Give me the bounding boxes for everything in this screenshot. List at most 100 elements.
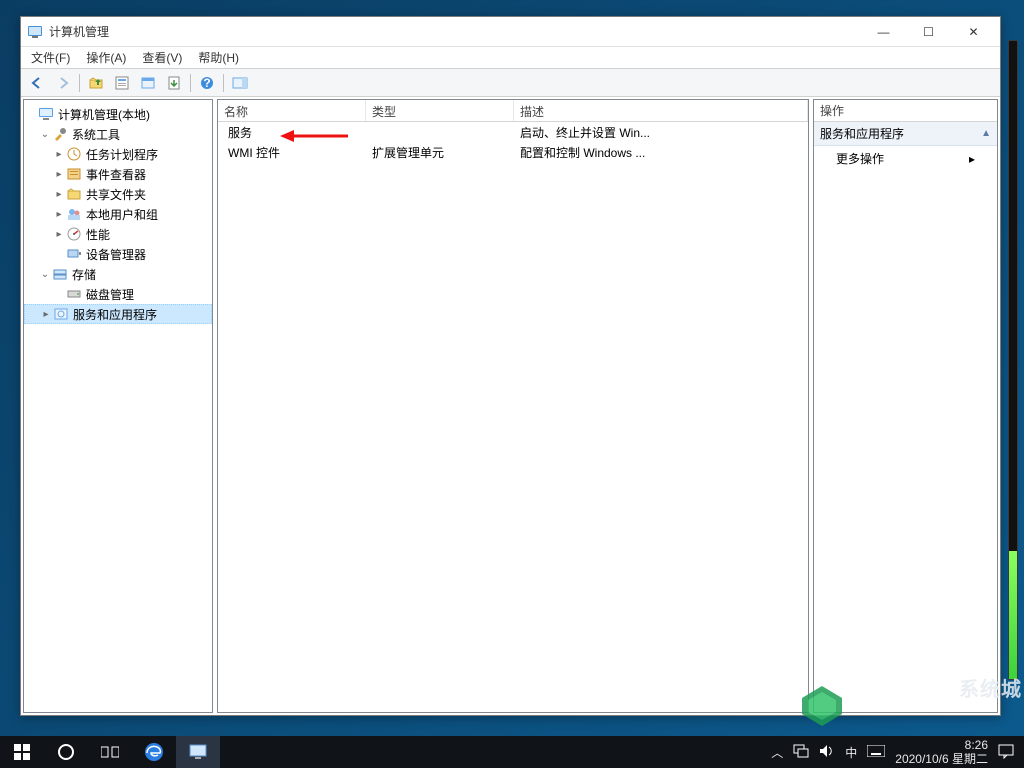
tree-root-label: 计算机管理(本地)	[58, 106, 150, 123]
tree-local-users[interactable]: ▸ 本地用户和组	[24, 204, 212, 224]
clock-date: 2020/10/6 星期二	[895, 752, 988, 766]
chevron-right-icon[interactable]: ▸	[52, 189, 66, 200]
toolbar-refresh-button[interactable]	[136, 72, 160, 94]
toolbar-separator	[223, 74, 224, 92]
event-icon	[66, 166, 82, 182]
tree-shared-folders[interactable]: ▸ 共享文件夹	[24, 184, 212, 204]
tree-label: 性能	[86, 226, 110, 243]
toolbar-up-button[interactable]	[84, 72, 108, 94]
menu-view[interactable]: 查看(V)	[134, 47, 190, 68]
tree-label: 设备管理器	[86, 246, 146, 263]
chevron-right-icon[interactable]: ▸	[52, 209, 66, 220]
audio-meter-gadget	[1008, 40, 1018, 680]
task-view-button[interactable]	[88, 736, 132, 768]
toolbar-back-button[interactable]	[25, 72, 49, 94]
keyboard-icon[interactable]	[867, 745, 885, 760]
maximize-button[interactable]: ☐	[906, 18, 951, 46]
actions-pane: 操作 服务和应用程序 ▲ 更多操作 ▸	[813, 99, 998, 713]
toolbar-actions-pane-button[interactable]	[228, 72, 252, 94]
taskbar-computer-management[interactable]	[176, 736, 220, 768]
tree-root[interactable]: ▸ 计算机管理(本地)	[24, 104, 212, 124]
services-apps-icon	[53, 306, 69, 322]
chevron-right-icon[interactable]: ▸	[52, 229, 66, 240]
clock-time: 8:26	[895, 738, 988, 752]
actions-header: 操作	[814, 100, 997, 122]
cortana-button[interactable]	[44, 736, 88, 768]
toolbar-forward-button[interactable]	[51, 72, 75, 94]
tree-storage[interactable]: ⌄ 存储	[24, 264, 212, 284]
app-icon	[27, 24, 43, 40]
tools-icon	[52, 126, 68, 142]
chevron-down-icon[interactable]: ⌄	[38, 129, 52, 140]
actions-section-label: 服务和应用程序	[820, 125, 904, 142]
action-center-icon[interactable]	[998, 743, 1014, 762]
list-cell: 启动、终止并设置 Win...	[520, 124, 650, 141]
tree-system-tools[interactable]: ⌄ 系统工具	[24, 124, 212, 144]
system-tray: ︿ 中 8:26 2020/10/6 星期二	[761, 738, 1024, 766]
close-button[interactable]: ✕	[951, 18, 996, 46]
list-cell: 扩展管理单元	[372, 144, 444, 161]
actions-section[interactable]: 服务和应用程序 ▲	[814, 122, 997, 146]
performance-icon	[66, 226, 82, 242]
tree-performance[interactable]: ▸ 性能	[24, 224, 212, 244]
tree-label: 存储	[72, 266, 96, 283]
tree-services-apps[interactable]: ▸ 服务和应用程序	[24, 304, 212, 324]
tree-label: 系统工具	[72, 126, 120, 143]
network-icon[interactable]	[793, 744, 809, 761]
computer-icon	[38, 106, 54, 122]
actions-more-label: 更多操作	[836, 150, 884, 167]
toolbar-export-button[interactable]	[162, 72, 186, 94]
users-icon	[66, 206, 82, 222]
toolbar-help-button[interactable]: ?	[195, 72, 219, 94]
tree-pane: ▸ 计算机管理(本地) ⌄ 系统工具 ▸ 任务计划程序	[23, 99, 213, 713]
minimize-button[interactable]: —	[861, 18, 906, 46]
column-type[interactable]: 类型	[366, 100, 514, 121]
tree-disk-management[interactable]: ▸磁盘管理	[24, 284, 212, 304]
device-icon	[66, 246, 82, 262]
chevron-right-icon: ▸	[969, 152, 975, 166]
tree-label: 磁盘管理	[86, 286, 134, 303]
volume-icon[interactable]	[819, 744, 835, 761]
column-name[interactable]: 名称	[218, 100, 366, 121]
titlebar: 计算机管理 — ☐ ✕	[21, 17, 1000, 47]
list-item-services[interactable]: 服务 启动、终止并设置 Win...	[218, 122, 808, 142]
content-area: ▸ 计算机管理(本地) ⌄ 系统工具 ▸ 任务计划程序	[21, 97, 1000, 715]
column-desc[interactable]: 描述	[514, 100, 808, 121]
computer-management-window: 计算机管理 — ☐ ✕ 文件(F) 操作(A) 查看(V) 帮助(H)	[20, 16, 1001, 716]
list-item-wmi[interactable]: WMI 控件 扩展管理单元 配置和控制 Windows ...	[218, 142, 808, 162]
tree-label: 共享文件夹	[86, 186, 146, 203]
list-pane: 名称 类型 描述 服务 启动、终止并设置 Win... WMI 控件	[217, 99, 809, 713]
chevron-down-icon[interactable]: ⌄	[38, 269, 52, 280]
toolbar-separator	[79, 74, 80, 92]
tree-event-viewer[interactable]: ▸ 事件查看器	[24, 164, 212, 184]
list-header: 名称 类型 描述	[218, 100, 808, 122]
tree-label: 本地用户和组	[86, 206, 158, 223]
chevron-right-icon[interactable]: ▸	[39, 309, 53, 320]
list-cell: 服务	[228, 124, 252, 141]
start-button[interactable]	[0, 736, 44, 768]
taskbar-edge[interactable]	[132, 736, 176, 768]
tree-label: 事件查看器	[86, 166, 146, 183]
menu-action[interactable]: 操作(A)	[78, 47, 134, 68]
toolbar-properties-button[interactable]	[110, 72, 134, 94]
actions-more[interactable]: 更多操作 ▸	[814, 146, 997, 171]
menu-help[interactable]: 帮助(H)	[190, 47, 247, 68]
taskbar-clock[interactable]: 8:26 2020/10/6 星期二	[895, 738, 988, 766]
menubar: 文件(F) 操作(A) 查看(V) 帮助(H)	[21, 47, 1000, 69]
tray-overflow-icon[interactable]: ︿	[771, 744, 783, 761]
list-body: 服务 启动、终止并设置 Win... WMI 控件 扩展管理单元 配置和控制 W…	[218, 122, 808, 162]
chevron-right-icon[interactable]: ▸	[52, 149, 66, 160]
ime-indicator[interactable]: 中	[845, 744, 857, 761]
chevron-right-icon[interactable]: ▸	[52, 169, 66, 180]
tree-label: 任务计划程序	[86, 146, 158, 163]
clock-icon	[66, 146, 82, 162]
svg-text:?: ?	[203, 76, 210, 90]
taskbar: ︿ 中 8:26 2020/10/6 星期二	[0, 736, 1024, 768]
tree-label: 服务和应用程序	[73, 306, 157, 323]
tree-task-scheduler[interactable]: ▸ 任务计划程序	[24, 144, 212, 164]
menu-file[interactable]: 文件(F)	[23, 47, 78, 68]
toolbar-separator	[190, 74, 191, 92]
list-cell: 配置和控制 Windows ...	[520, 144, 645, 161]
tree-device-manager[interactable]: ▸设备管理器	[24, 244, 212, 264]
folder-share-icon	[66, 186, 82, 202]
